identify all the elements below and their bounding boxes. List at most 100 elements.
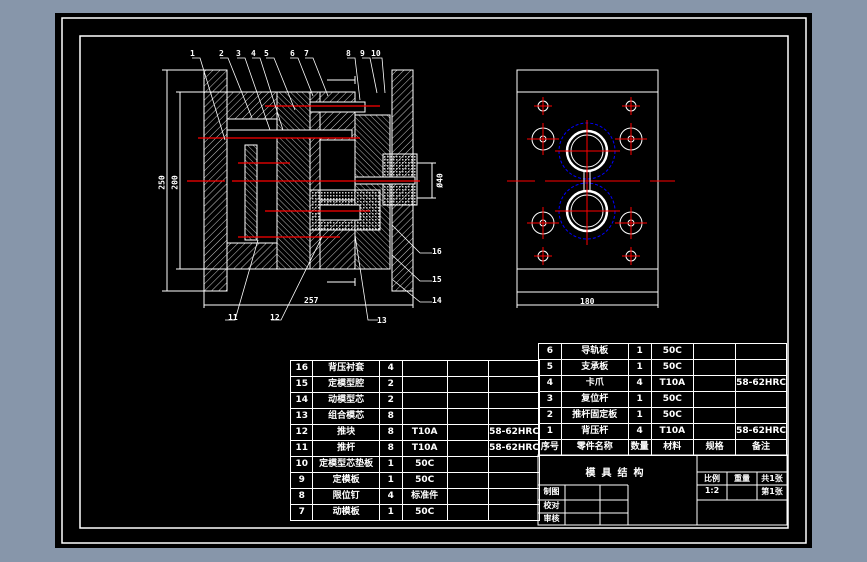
cell-qty: 1 [627,343,652,360]
cell-name: 定模型腔 [312,376,380,393]
cell-note [488,488,540,505]
scale-label: 比例 [704,474,720,483]
cell-spec [446,424,490,441]
cell-name: 推杆 [312,440,380,457]
cell-material: T10A [401,440,448,457]
cell-name: 限位钉 [312,488,380,505]
cell-name: 导轨板 [560,343,629,360]
cell-qty: 2 [378,376,403,393]
table-row: 16 背压衬套 4 [289,360,540,377]
cell-no: 12 [289,424,314,441]
part-label-6: 6 [290,49,295,58]
cell-material: 50C [401,472,448,489]
cell-note [488,408,540,425]
cell-no: 2 [538,407,562,424]
table-row: 4 卡爪 4 T10A 58-62HRC [538,375,787,392]
cell-material [401,360,448,377]
table-row: 6 导轨板 1 50C [538,343,787,360]
approved-by-label: 审核 [543,514,560,523]
dim-inner-height: 200 [170,175,180,190]
sheets-total: 共1张 [761,474,783,483]
part-label-7: 7 [304,49,309,58]
cell-note [488,504,540,521]
cell-spec [446,440,490,457]
cell-qty: 8 [378,408,403,425]
cell-spec [693,343,737,360]
cell-qty: 1 [627,407,652,424]
cell-qty: 4 [627,375,652,392]
cell-note: 58-62HRC [735,375,787,392]
scale-value: 1:2 [704,486,720,495]
cell-name: 定模型芯垫板 [312,456,380,473]
cell-note [735,407,787,424]
part-label-4: 4 [251,49,256,58]
cell-spec [446,408,490,425]
dim-nozzle-diameter: Ø40 [435,173,445,188]
cell-name: 组合模芯 [312,408,380,425]
cell-name: 推块 [312,424,380,441]
dim-overall-height: 250 [157,175,167,190]
cell-spec [693,359,737,376]
cell-name: 支承板 [560,359,629,376]
cell-spec [693,423,737,440]
cell-no: 9 [289,472,314,489]
cell-note: 58-62HRC [488,424,540,441]
cell-material: T10A [650,423,695,440]
cell-spec [446,504,490,521]
parts-table-right: 6 导轨板 1 50C 5 支承板 1 50C 4 卡爪 4 T10A 58-62HRC 3 复位杆 1 50C… [538,343,787,456]
cell-name: 复位杆 [560,391,629,408]
cell-no: 10 [289,456,314,473]
part-label-13: 13 [377,316,387,325]
checked-by-label: 校对 [543,501,560,510]
part-label-12: 12 [270,313,280,322]
cell-no: 8 [289,488,314,505]
cell-note [488,472,540,489]
cell-no: 4 [538,375,562,392]
cell-spec [693,407,737,424]
cell-material: T10A [401,424,448,441]
cell-spec [693,375,737,392]
plan-view [507,69,675,293]
part-label-15: 15 [432,275,442,284]
cell-name: 背压杆 [560,423,629,440]
part-label-9: 9 [360,49,365,58]
header-qty: 数量 [627,439,652,456]
cell-name: 背压衬套 [312,360,380,377]
cell-material: 标准件 [401,488,448,505]
cell-no: 14 [289,392,314,409]
cell-material: 50C [401,504,448,521]
cell-qty: 1 [378,472,403,489]
cell-qty: 4 [627,423,652,440]
part-label-1: 1 [190,49,195,58]
cell-note [488,456,540,473]
cell-name: 动模板 [312,504,380,521]
table-row: 10 定模型芯垫板 1 50C [289,456,540,473]
part-label-11: 11 [228,313,238,322]
cell-material: 50C [650,359,695,376]
part-label-10: 10 [371,49,381,58]
cell-note [735,391,787,408]
cell-qty: 8 [378,440,403,457]
cell-material [401,392,448,409]
cell-material: 50C [650,343,695,360]
cell-name: 动模型芯 [312,392,380,409]
table-row: 14 动模型芯 2 [289,392,540,409]
table-row: 1 背压杆 4 T10A 58-62HRC [538,423,787,440]
cell-spec [693,391,737,408]
table-header-row: 序号 零件名称 数量 材料 规格 备注 [538,439,787,456]
cell-spec [446,456,490,473]
cell-no: 15 [289,376,314,393]
cell-note: 58-62HRC [488,440,540,457]
table-row: 5 支承板 1 50C [538,359,787,376]
table-row: 11 推杆 8 T10A 58-62HRC [289,440,540,457]
cell-note: 58-62HRC [735,423,787,440]
cell-spec [446,488,490,505]
cell-qty: 1 [378,504,403,521]
table-row: 12 推块 8 T10A 58-62HRC [289,424,540,441]
cell-spec [446,392,490,409]
table-row: 3 复位杆 1 50C [538,391,787,408]
part-label-8: 8 [346,49,351,58]
dim-plate-width: 180 [580,297,595,306]
table-row: 9 定模板 1 50C [289,472,540,489]
table-row: 7 动模板 1 50C [289,504,540,521]
